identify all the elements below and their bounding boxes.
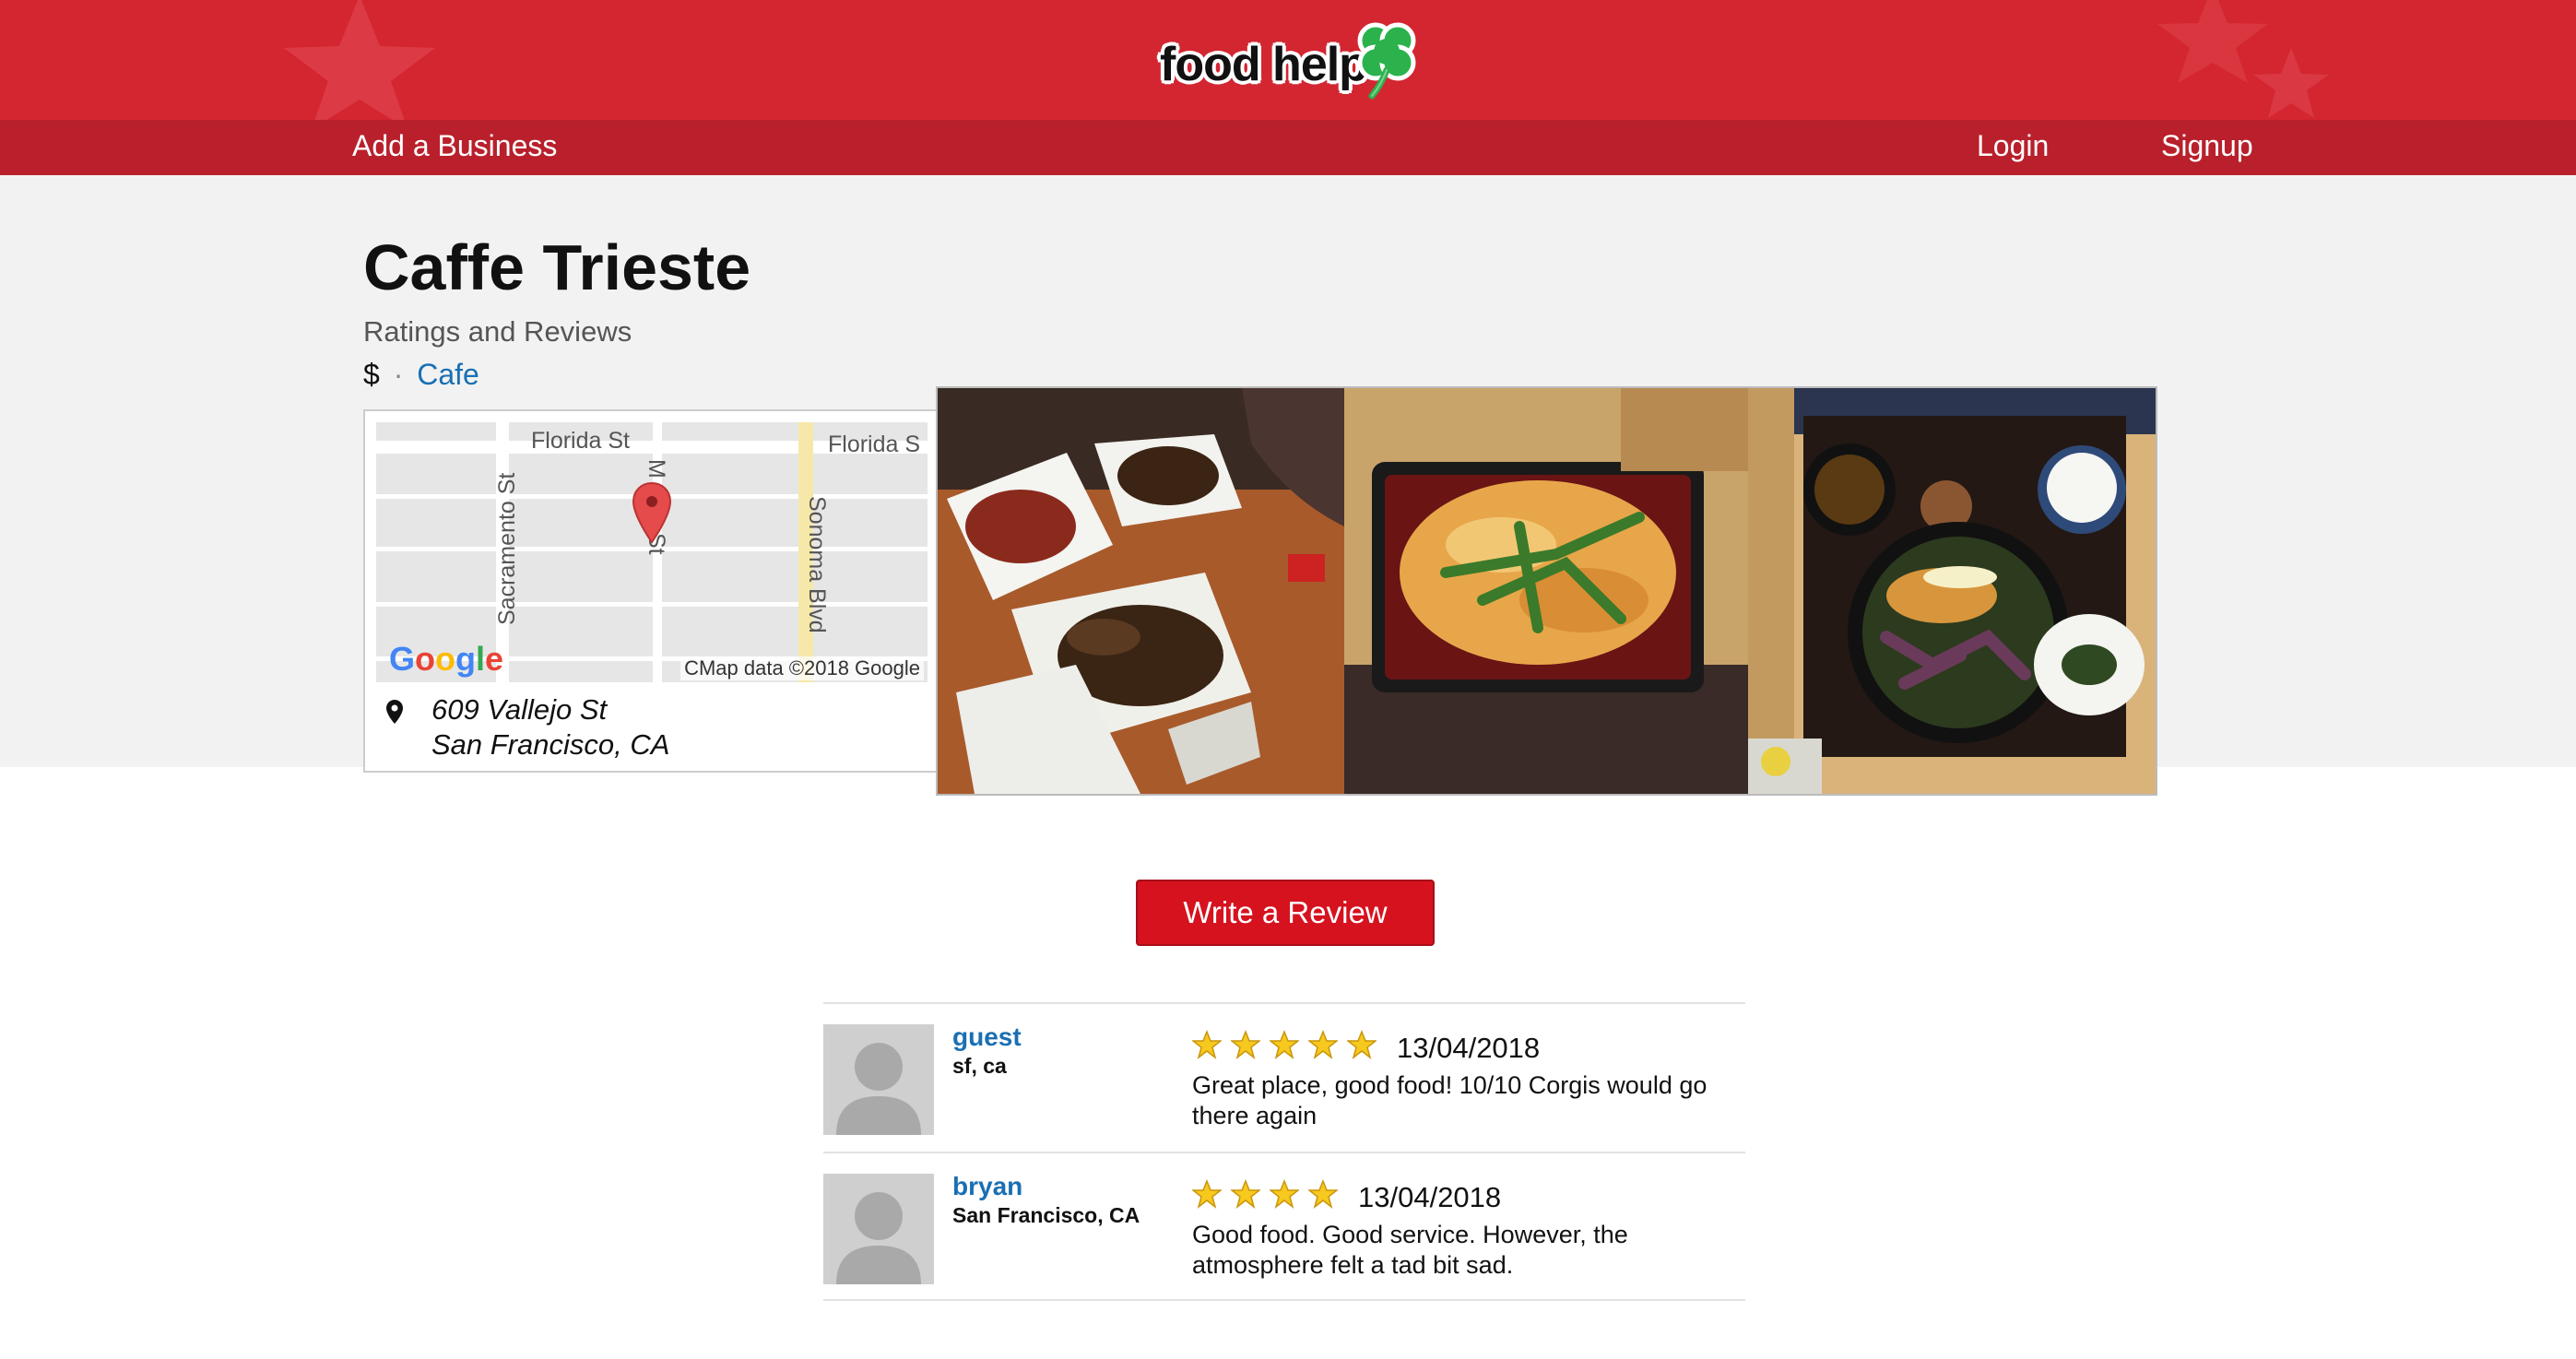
food-photo-2[interactable] <box>1344 388 1748 794</box>
star-icon <box>1270 1179 1299 1209</box>
review-user-location: San Francisco, CA <box>952 1203 1140 1227</box>
logo-text: food help <box>1160 38 1368 91</box>
location-pin-icon <box>386 700 403 724</box>
address-line-1: 609 Vallejo St <box>431 693 608 726</box>
star-icon <box>1231 1179 1260 1209</box>
street-label: Sacramento St <box>494 473 520 625</box>
star-icon <box>1308 1179 1338 1209</box>
signup-link[interactable]: Signup <box>2161 129 2253 163</box>
map[interactable]: Florida St Florida S Sacramento St Sonom… <box>376 422 928 682</box>
street-label: Sonoma Blvd <box>804 496 830 633</box>
food-photo-2-image <box>1344 388 1748 794</box>
map-copyright: CMap data ©2018 Google <box>680 656 924 680</box>
star-icon <box>1192 1179 1222 1209</box>
star-decoration-icon <box>284 0 435 129</box>
review-user-location: sf, ca <box>952 1054 1007 1078</box>
photo-strip <box>936 386 2157 796</box>
star-icon <box>1231 1030 1260 1059</box>
business-meta: $ · Cafe <box>363 358 479 392</box>
address-line-2: San Francisco, CA <box>431 728 670 761</box>
avatar[interactable] <box>823 1174 934 1284</box>
avatar[interactable] <box>823 1024 934 1135</box>
star-icon <box>1308 1030 1338 1059</box>
review-rating <box>1192 1179 1338 1209</box>
star-icon <box>1192 1030 1222 1059</box>
star-decoration-icon <box>2253 48 2329 118</box>
food-photo-1[interactable] <box>938 388 1344 794</box>
login-link[interactable]: Login <box>1977 129 2049 163</box>
food-photo-3-image <box>1748 388 2156 794</box>
review-username[interactable]: bryan <box>952 1172 1022 1201</box>
street-label: Florida St <box>531 428 630 454</box>
street-label: Florida S <box>828 431 920 457</box>
category-link[interactable]: Cafe <box>417 358 479 391</box>
write-review-button[interactable]: Write a Review <box>1136 880 1435 946</box>
food-photo-3[interactable] <box>1748 388 2156 794</box>
food-help-logo[interactable]: food help <box>1160 17 1436 109</box>
map-pin-icon[interactable] <box>632 481 672 544</box>
business-name: Caffe Trieste <box>363 231 751 303</box>
street-label: M <box>644 459 669 479</box>
review-text: Great place, good food! 10/10 Corgis wou… <box>1192 1071 1707 1129</box>
user-silhouette-icon <box>823 1024 934 1135</box>
meta-separator: · <box>393 358 404 391</box>
review-date: 13/04/2018 <box>1358 1181 1502 1213</box>
clover-icon <box>1357 22 1416 100</box>
user-silhouette-icon <box>823 1174 934 1284</box>
review-rating <box>1192 1030 1377 1059</box>
add-business-link[interactable]: Add a Business <box>352 129 557 163</box>
review-date: 13/04/2018 <box>1397 1032 1541 1064</box>
business-subtitle: Ratings and Reviews <box>363 315 632 348</box>
google-logo: Google <box>389 640 504 678</box>
review-item: bryan San Francisco, CA 13/04/2018 Good foo… <box>823 1152 1745 1301</box>
review-item: guest sf, ca 13/04/2018 Great place, good f… <box>823 1002 1745 1152</box>
review-list: guest sf, ca 13/04/2018 Great place, good f… <box>823 1002 1745 1301</box>
food-photo-1-image <box>938 388 1344 794</box>
map-card: Florida St Florida S Sacramento St Sonom… <box>363 409 939 773</box>
review-username[interactable]: guest <box>952 1022 1022 1052</box>
review-text: Good food. Good service. However, the at… <box>1192 1221 1628 1279</box>
star-icon <box>1270 1030 1299 1059</box>
price-range: $ <box>363 358 380 391</box>
star-icon <box>1347 1030 1377 1059</box>
